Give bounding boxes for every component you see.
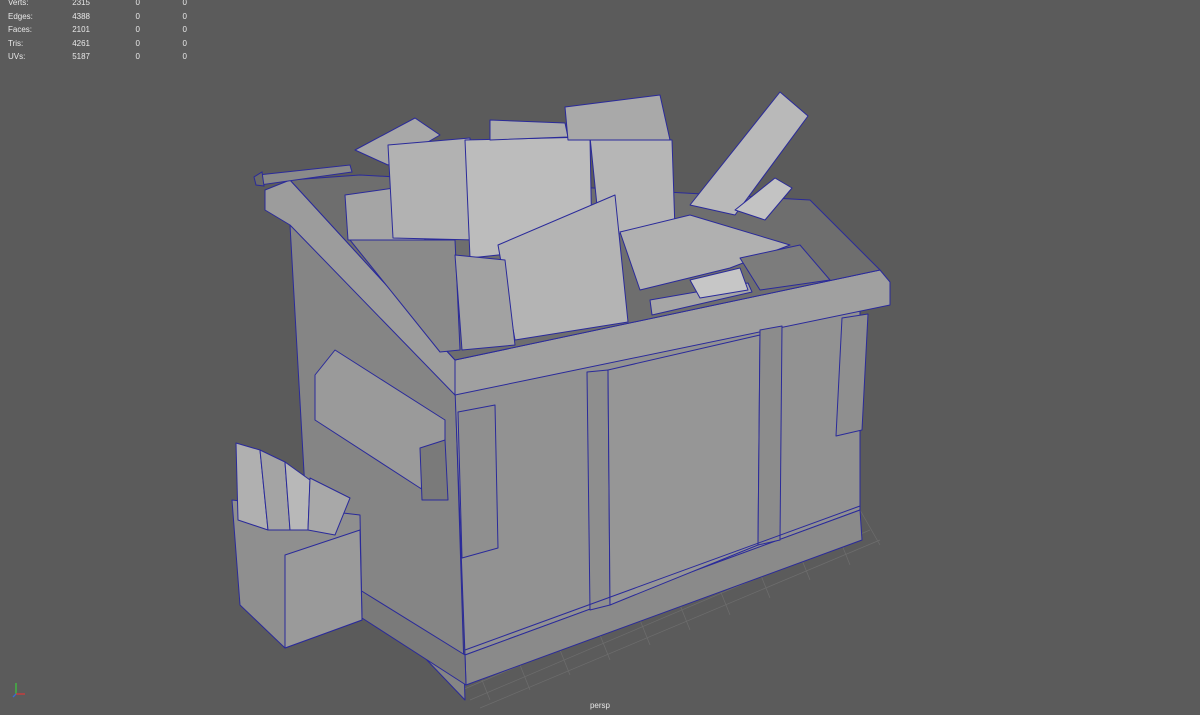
hud-value: 0 <box>182 25 187 34</box>
hud-value: 0 <box>135 0 140 7</box>
dumpster-model[interactable] <box>0 0 1200 715</box>
hud-label: Faces: <box>8 25 33 34</box>
camera-name-label: persp <box>589 701 610 710</box>
hud-label: Tris: <box>8 38 24 48</box>
hud-value: 5187 <box>72 52 90 61</box>
hud-label: Edges: <box>8 11 33 21</box>
persp-viewport[interactable]: Verts: 2315 0 0 Edges: 4388 0 0 Faces: 2… <box>0 0 1200 715</box>
hud-value: 2101 <box>72 25 90 34</box>
hud-row-edges: Edges: 4388 0 0 <box>8 10 187 24</box>
hud-label: Verts: <box>8 0 29 7</box>
hud-value: 0 <box>182 52 187 61</box>
hud-label: UVs: <box>8 52 26 61</box>
view-axis-gizmo-icon <box>12 683 25 698</box>
poly-count-hud: Verts: 2315 0 0 Edges: 4388 0 0 Faces: 2… <box>8 0 187 64</box>
hud-row-tris: Tris: 4261 0 0 <box>8 37 187 51</box>
hud-row-verts: Verts: 2315 0 0 <box>8 0 187 10</box>
hud-value: 2315 <box>72 0 90 7</box>
hud-value: 0 <box>135 38 140 48</box>
hud-row-faces: Faces: 2101 0 0 <box>8 23 187 37</box>
hud-value: 0 <box>182 0 187 7</box>
hud-value: 0 <box>135 11 140 21</box>
hud-value: 4261 <box>72 38 90 48</box>
hud-row-uvs: UVs: 5187 0 0 <box>8 50 187 64</box>
hud-value: 0 <box>135 25 140 34</box>
hud-value: 4388 <box>72 11 90 21</box>
hud-value: 0 <box>182 11 187 21</box>
hud-value: 0 <box>135 52 140 61</box>
hud-value: 0 <box>182 38 187 48</box>
